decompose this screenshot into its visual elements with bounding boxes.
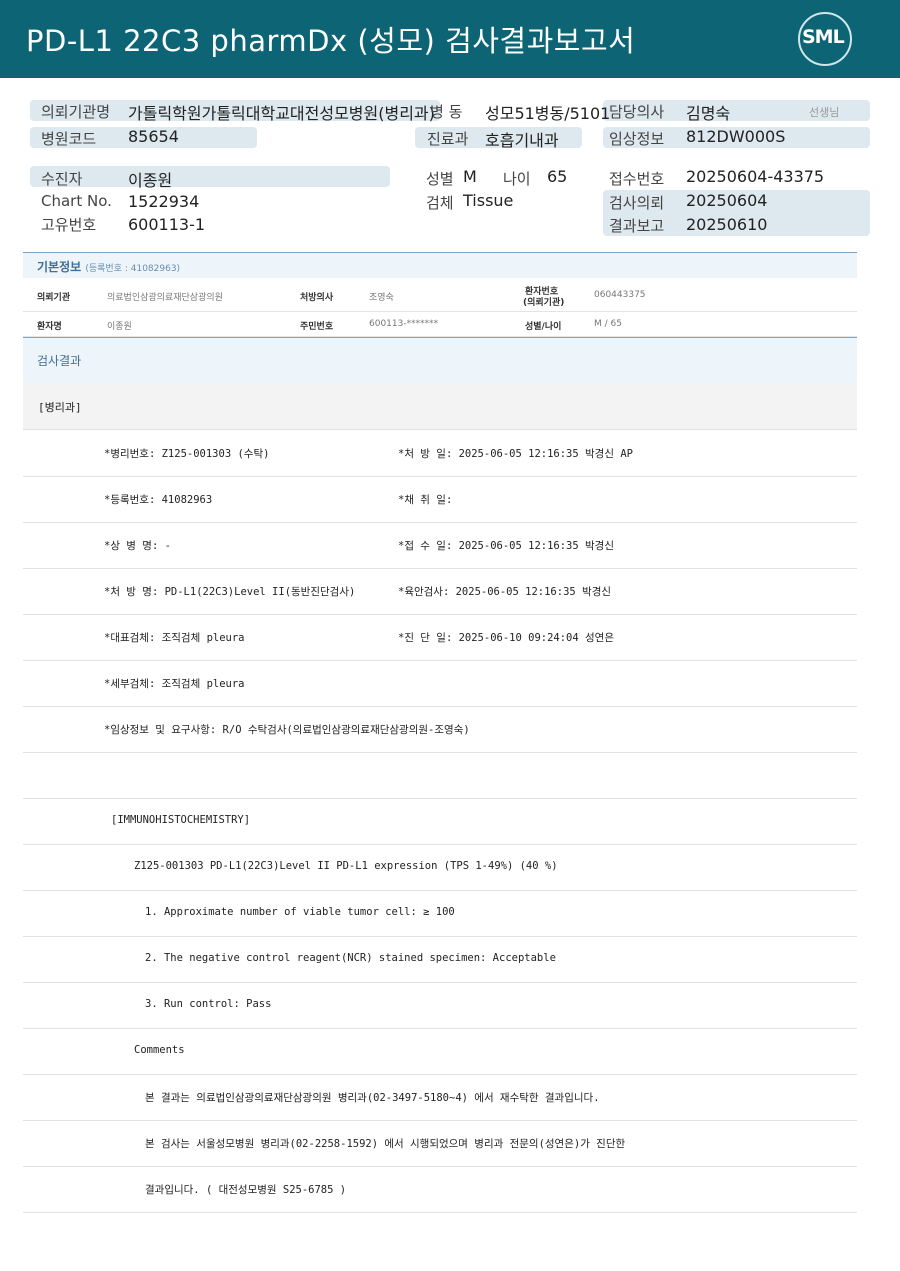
department-value: 호흡기내과 [485,131,559,150]
prescriber-label: 처방의사 [300,293,334,303]
basic-info-row-1: 의뢰기관 의료법인삼광의료재단삼광의원 처방의사 조영숙 환자번호 (의뢰기관)… [23,278,857,312]
result-row-right: *육안검사: 2025-06-05 12:16:35 박경신 [398,586,612,598]
clinical-label: 임상정보 [609,130,665,148]
unique-label: 고유번호 [41,216,97,234]
comments-heading: Comments [134,1044,185,1056]
comment-line: 결과입니다. ( 대전성모병원 S25-6785 ) [145,1184,347,1196]
clinical-value: 812DW000S [686,127,786,146]
result-row-blank [23,752,857,799]
patient-pill [30,166,390,187]
doctor-value: 김명숙 [686,104,731,123]
hospital-code-value: 85654 [128,127,179,146]
sml-logo: SML [798,12,852,66]
result-row: *등록번호: 41082963 *채 취 일: [23,476,857,523]
result-row-left: *등록번호: 41082963 [104,494,213,506]
result-row: [IMMUNOHISTOCHEMISTRY] [23,798,857,845]
result-row: *처 방 명: PD-L1(22C3)Level II(동반진단검사) *육안검… [23,568,857,615]
age-label: 나이 [503,170,531,188]
result-row: *상 병 명: - *접 수 일: 2025-06-05 12:16:35 박경… [23,522,857,569]
basic-info-reg-no: (등록번호 : 41082963) [85,264,181,274]
doctor-suffix: 선생님 [809,106,840,119]
basic-info-title-text: 기본정보 [37,260,82,274]
age-value: 65 [547,167,568,186]
result-row-right: *처 방 일: 2025-06-05 12:16:35 박경신 AP [398,448,633,460]
logo-text: SML [802,26,845,48]
result-row: *대표검체: 조직검체 pleura *진 단 일: 2025-06-10 09… [23,614,857,661]
result-row-left: *상 병 명: - [104,540,171,552]
report-date-label: 결과보고 [609,217,665,235]
ward-label: 병 동 [430,103,463,121]
result-row: 본 검사는 서울성모병원 병리과(02-2258-1592) 에서 시행되었으며… [23,1120,857,1167]
basic-info-bar: 기본정보 (등록번호 : 41082963) [23,252,857,278]
specimen-value: Tissue [463,191,514,210]
doctor-label: 담당의사 [609,103,665,121]
ihc-item: 3. Run control: Pass [145,998,272,1010]
hospital-code-label: 병원코드 [41,130,97,148]
result-row-right: *접 수 일: 2025-06-05 12:16:35 박경신 [398,540,614,552]
ihc-item: 1. Approximate number of viable tumor ce… [145,906,455,918]
report-date-value: 20250610 [686,215,768,234]
result-row-left: *병리번호: Z125-001303 (수탁) [104,448,270,460]
result-row: 결과입니다. ( 대전성모병원 S25-6785 ) [23,1166,857,1213]
patient-name-label: 환자명 [37,322,62,332]
sex-age-label: 성별/나이 [525,322,562,332]
ward-value: 성모51병동/5101 [485,104,611,123]
result-row: Comments [23,1028,857,1075]
institution-value: 가톨릭학원가톨릭대학교대전성모병원(병리과) [128,104,435,123]
department-label: 진료과 [427,130,469,148]
basic-info-title: 기본정보 (등록번호 : 41082963) [37,258,180,275]
ihc-result-line: Z125-001303 PD-L1(22C3)Level II PD-L1 ex… [134,860,558,872]
rrn-label: 주민번호 [300,322,334,332]
receipt-label: 접수번호 [609,170,665,188]
basic-info-row-2: 환자명 이종원 주민번호 600113-******* 성별/나이 M / 65 [23,312,857,337]
comment-line: 본 결과는 의료법인삼광의료재단삼광의원 병리과(02-3497-5180~4)… [145,1092,600,1104]
result-row-left: *세부검체: 조직검체 pleura [104,678,245,690]
patient-no-value: 060443375 [594,290,646,300]
rrn-value: 600113-******* [369,319,439,329]
report-header: PD-L1 22C3 pharmDx (성모) 검사결과보고서 SML [0,0,900,78]
ihc-item: 2. The negative control reagent(NCR) sta… [145,952,556,964]
request-label: 검사의뢰 [609,194,665,212]
result-row: 3. Run control: Pass [23,982,857,1029]
result-row-right: *진 단 일: 2025-06-10 09:24:04 성연은 [398,632,614,644]
result-row: 1. Approximate number of viable tumor ce… [23,890,857,937]
result-row-right: *채 취 일: [398,494,453,506]
result-row-left: *처 방 명: PD-L1(22C3)Level II(동반진단검사) [104,586,356,598]
patient-name-value: 이종원 [107,322,132,332]
sex-age-value: M / 65 [594,319,622,329]
ihc-heading: [IMMUNOHISTOCHEMISTRY] [111,814,251,826]
result-row: 2. The negative control reagent(NCR) sta… [23,936,857,983]
sex-value: M [463,167,477,186]
prescriber-value: 조영숙 [369,293,394,303]
patient-value: 이종원 [128,171,173,190]
chart-label: Chart No. [41,192,112,210]
result-row-left: *대표검체: 조직검체 pleura [104,632,245,644]
result-row: 본 결과는 의료법인삼광의료재단삼광의원 병리과(02-3497-5180~4)… [23,1074,857,1121]
requesting-institution-label: 의뢰기관 [37,293,71,303]
result-row-left: *임상정보 및 요구사항: R/O 수탁검사(의료법인삼광의료재단삼광의원-조영… [104,724,470,736]
receipt-value: 20250604-43375 [686,167,825,186]
sex-label: 성별 [426,170,454,188]
unique-value: 600113-1 [128,215,206,234]
department-heading-text: [병리과] [38,401,82,414]
patient-label: 수진자 [41,170,83,188]
results-title: 검사결과 [37,354,82,368]
chart-value: 1522934 [128,192,200,211]
result-row: Z125-001303 PD-L1(22C3)Level II PD-L1 ex… [23,844,857,891]
report-title: PD-L1 22C3 pharmDx (성모) 검사결과보고서 [26,24,636,58]
patient-no-label-line2: (의뢰기관) [523,298,565,308]
result-row: *세부검체: 조직검체 pleura [23,660,857,707]
result-row: *병리번호: Z125-001303 (수탁) *처 방 일: 2025-06-… [23,430,857,477]
comment-line: 본 검사는 서울성모병원 병리과(02-2258-1592) 에서 시행되었으며… [145,1138,626,1150]
department-heading: [병리과] [23,383,857,430]
institution-label: 의뢰기관명 [41,103,111,121]
requesting-institution-value: 의료법인삼광의료재단삼광의원 [107,293,223,303]
specimen-label: 검체 [426,194,454,212]
result-row: *임상정보 및 요구사항: R/O 수탁검사(의료법인삼광의료재단삼광의원-조영… [23,706,857,753]
results-header: 검사결과 [23,337,857,383]
request-value: 20250604 [686,191,768,210]
